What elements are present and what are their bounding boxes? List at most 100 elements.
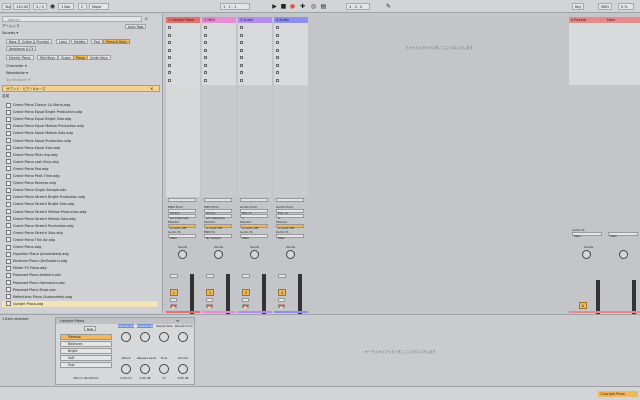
clip-stop-button[interactable] — [204, 48, 207, 52]
clip-stop-button[interactable] — [168, 71, 171, 74]
macro-knob[interactable] — [159, 364, 169, 374]
browser-file-item[interactable]: Grand Piano Classic LA Stand.adg — [6, 102, 70, 109]
browser-file-item[interactable]: Grand Piano Stretch Production.adg — [6, 223, 74, 230]
browser-file-item[interactable]: Grand Piano Equal Mellow Production.adg — [6, 123, 84, 130]
browser-file-item[interactable]: Grand Piano Stretch Bright Production.ad… — [6, 194, 85, 201]
pill-lead[interactable]: Lead — [56, 39, 70, 44]
metronome-icon[interactable]: ◉ — [49, 3, 56, 10]
pill-bass[interactable]: Bass — [6, 39, 20, 44]
track-stop-button[interactable] — [168, 198, 196, 202]
macro-value[interactable]: 57 — [156, 376, 172, 381]
capture-icon[interactable]: ▤ — [320, 3, 327, 10]
track-stop-button[interactable] — [204, 198, 232, 202]
time-signature-field[interactable]: 4 / 4 — [33, 3, 47, 10]
record-arm-button[interactable]: ● — [206, 304, 213, 309]
stop-icon[interactable]: ■ — [280, 3, 287, 10]
breadcrumb[interactable]: アームシラ — [2, 24, 20, 29]
clip-stop-button[interactable] — [204, 56, 207, 59]
browser-file-item[interactable]: Grand Piano Stretch Mellow Production.ad… — [6, 209, 86, 216]
record-arm-button[interactable]: ● — [170, 304, 177, 309]
pill-mini-keys[interactable]: Mini Keys — [37, 55, 58, 60]
quantize-dropdown[interactable]: 1 Bar — [58, 3, 74, 10]
pill-piano-keys[interactable]: Piano & Keys — [103, 39, 130, 44]
macro-knob[interactable] — [140, 364, 150, 374]
browser-file-item[interactable]: Grand Piano Equal Production.adg — [6, 138, 71, 145]
send-knob[interactable] — [286, 250, 295, 259]
browser-file-item[interactable]: Kinetone Piano (Arcflowerz).adg — [6, 258, 67, 265]
new-variation-button[interactable]: New — [84, 326, 96, 331]
browser-file-item[interactable]: Grand Piano Stretch Bright Solo.adg — [6, 201, 74, 208]
output-select[interactable]: Main — [168, 234, 196, 240]
browser-file-item[interactable]: Grand Piano Stretch Mellow Solo.adg — [6, 216, 76, 223]
browser-file-item[interactable]: Grand Piano Equal Bright Production.adg — [6, 109, 82, 116]
selected-track-indicator[interactable]: 1-Upright Piano — [598, 391, 638, 397]
clip-stop-button[interactable] — [276, 71, 279, 74]
close-icon[interactable]: ✕ — [150, 86, 155, 91]
clip-stop-button[interactable] — [240, 41, 243, 44]
macro-knob[interactable] — [178, 332, 188, 342]
drop-area[interactable]: ファイルとデバイスをここにドロップします — [308, 23, 570, 311]
macro-knob[interactable] — [159, 332, 169, 342]
browser-file-item[interactable]: Prepared Piano Muse.adv — [6, 287, 56, 294]
output-select[interactable]: Main — [240, 234, 268, 240]
return-a-button[interactable]: A — [579, 302, 587, 309]
return-audio-to-select[interactable]: Main — [572, 232, 602, 238]
input-type-select[interactable]: All Ins — [204, 209, 232, 215]
record-arm-button[interactable]: ● — [242, 304, 249, 309]
clip-stop-button[interactable] — [204, 78, 207, 82]
browser-file-item[interactable]: Mister FX Piano.adg — [6, 265, 47, 272]
record-icon[interactable]: ● — [289, 3, 296, 10]
browser-file-item[interactable]: Hyperion Piano (Automated).adg — [6, 251, 69, 258]
clip-stop-button[interactable] — [168, 33, 171, 37]
track-stop-button[interactable] — [276, 198, 304, 202]
macro-value[interactable] — [137, 344, 153, 349]
play-icon[interactable]: ▶ — [271, 3, 278, 10]
macro-control[interactable]: Reverb Time — [175, 324, 193, 354]
macro-control[interactable]: Reverb Size — [156, 324, 172, 354]
input-channel-select[interactable]: 2 — [276, 214, 304, 220]
macro-control[interactable]: Volume 0.00 dB — [175, 356, 191, 386]
key-map-button[interactable]: Key — [572, 3, 584, 10]
loop-length-field[interactable]: 4 . 0 . 0 — [346, 3, 370, 10]
send-knob[interactable] — [178, 250, 187, 259]
solo-button[interactable] — [170, 298, 177, 302]
macro-value[interactable]: 0.00 ms — [118, 376, 134, 381]
browser-file-item[interactable]: Prepared Piano Ambient.adv — [6, 272, 61, 279]
monitor-select[interactable]: In Auto Off — [204, 224, 232, 230]
clip-stop-button[interactable] — [240, 48, 243, 52]
input-type-select[interactable]: Ext. In — [240, 209, 268, 215]
input-type-select[interactable]: Ext. In — [276, 209, 304, 215]
clip-stop-button[interactable] — [204, 63, 207, 67]
track-stop-button[interactable] — [240, 198, 268, 202]
chain-item[interactable]: Trémolo — [60, 334, 112, 340]
scale-root-dropdown[interactable]: C — [78, 3, 87, 10]
arrangement-position-field[interactable]: 1 . 1 . 1 — [220, 3, 250, 10]
tempo-field[interactable]: 130.00 — [13, 3, 30, 10]
return-send-knob[interactable] — [582, 250, 591, 259]
clip-stop-button[interactable] — [276, 26, 279, 29]
clip-stop-button[interactable] — [276, 63, 279, 67]
browser-file-item[interactable]: Grand Piano Single Sample.adv — [6, 187, 66, 194]
browser-file-item[interactable]: Grand Piano Pads Time.adg — [6, 173, 60, 180]
character-filter[interactable]: Character ▾ — [6, 64, 27, 69]
macro-value[interactable] — [175, 344, 191, 349]
input-channel-select[interactable]: 1 — [240, 214, 268, 220]
pan-display[interactable] — [242, 274, 250, 278]
pan-display[interactable] — [278, 274, 286, 278]
macro-value[interactable] — [118, 344, 134, 349]
solo-button[interactable] — [206, 298, 213, 302]
wavetable-filter[interactable]: Wavetable ▾ — [6, 71, 28, 76]
input-channel-select[interactable]: All Channels — [204, 214, 232, 220]
synth-filter[interactable]: Synthesizer ▾ — [6, 78, 30, 83]
pill-electric-piano[interactable]: Electric Piano — [6, 55, 34, 60]
macro-value[interactable] — [156, 344, 172, 349]
record-arm-button[interactable]: ● — [278, 304, 285, 309]
clip-stop-button[interactable] — [240, 63, 243, 67]
clip-stop-button[interactable] — [240, 71, 243, 74]
monitor-select[interactable]: In Auto Off — [168, 224, 196, 230]
pill-synth-keys[interactable]: Synth Keys — [87, 55, 111, 60]
chain-item[interactable]: Bright — [60, 348, 112, 354]
clip-stop-button[interactable] — [240, 56, 243, 59]
chain-item[interactable]: Post — [60, 362, 112, 368]
clip-stop-button[interactable] — [168, 56, 171, 59]
